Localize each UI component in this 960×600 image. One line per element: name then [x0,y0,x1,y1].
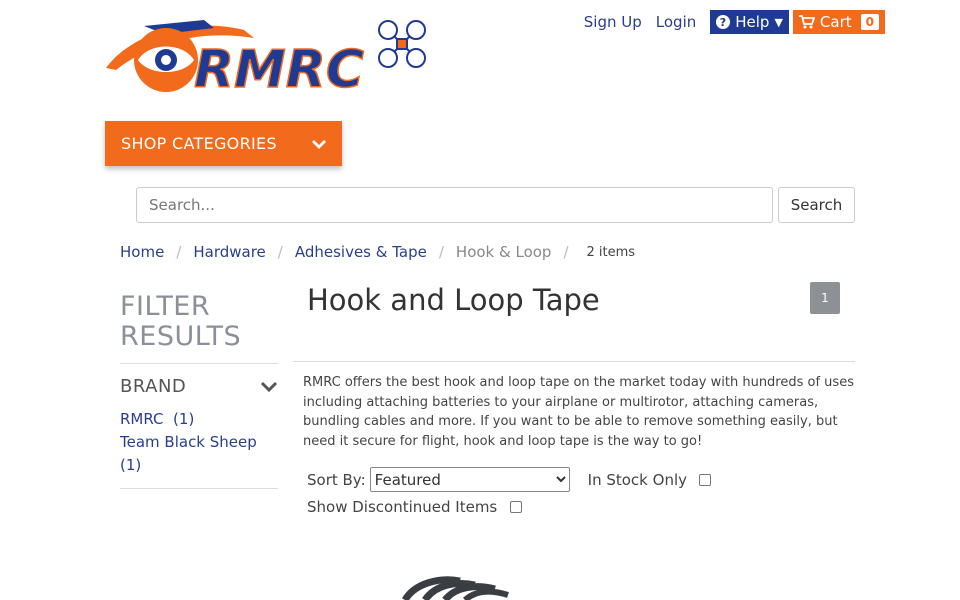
discontinued-label: Show Discontinued Items [307,498,498,516]
shop-categories-button[interactable]: SHOP CATEGORIES [105,121,342,166]
page-title: Hook and Loop Tape [307,283,600,317]
sort-select[interactable]: Featured [369,467,570,492]
svg-text:?: ? [720,16,726,29]
top-nav: Sign Up Login ? Help ▼ Cart 0 [584,10,885,34]
breadcrumb-hardware[interactable]: Hardware [193,243,265,261]
question-circle-icon: ? [716,15,731,29]
filter-results-heading: FILTER RESULTS [120,291,242,352]
help-label: Help [735,13,770,31]
breadcrumb: Home / Hardware / Adhesives & Tape / Hoo… [120,242,635,262]
breadcrumb-current: Hook & Loop [455,243,552,261]
cart-count-badge: 0 [860,14,879,30]
sidebar-divider [120,363,278,364]
product-image[interactable] [400,575,515,600]
sign-up-link[interactable]: Sign Up [584,10,642,34]
shop-categories-label: SHOP CATEGORIES [121,134,277,153]
in-stock-label: In Stock Only [587,470,687,489]
breadcrumb-home[interactable]: Home [120,243,164,261]
breadcrumb-separator: / [438,243,444,261]
help-button[interactable]: ? Help ▼ [710,10,789,34]
brand-list: RMRC (1) Team Black Sheep (1) [120,408,278,477]
chevron-down-icon [312,139,326,149]
search-input[interactable] [136,187,773,223]
pagination-page-1[interactable]: 1 [810,282,840,314]
item-count: 2 items [586,244,636,260]
svg-text:RMRC: RMRC [194,40,364,96]
main-divider [293,361,855,362]
brand-filter-rmrc[interactable]: RMRC (1) [120,408,278,431]
chevron-down-icon [260,381,278,392]
brand-filter-toggle[interactable]: BRAND [120,376,278,397]
breadcrumb-separator: / [176,243,182,261]
cart-button[interactable]: Cart 0 [792,10,885,34]
login-link[interactable]: Login [656,10,696,34]
search-button[interactable]: Search [778,187,855,223]
caret-down-icon: ▼ [774,15,783,29]
in-stock-checkbox[interactable] [699,473,711,486]
breadcrumb-separator: / [563,243,569,261]
brand-heading: BRAND [120,376,187,397]
discontinued-checkbox[interactable] [510,501,523,513]
discontinued-row: Show Discontinued Items [307,498,523,516]
shopping-cart-icon [798,15,815,29]
sort-row: Sort By: Featured In Stock Only [307,467,711,492]
sidebar-divider [120,488,278,489]
sort-label: Sort By: [307,470,366,489]
cart-label: Cart [819,13,852,31]
brand-filter-team-black-sheep[interactable]: Team Black Sheep (1) [120,431,278,477]
breadcrumb-adhesives-tape[interactable]: Adhesives & Tape [295,243,427,261]
breadcrumb-separator: / [277,243,283,261]
category-description: RMRC offers the best hook and loop tape … [303,375,854,449]
rmrc-logo[interactable]: RMRC [104,10,434,96]
